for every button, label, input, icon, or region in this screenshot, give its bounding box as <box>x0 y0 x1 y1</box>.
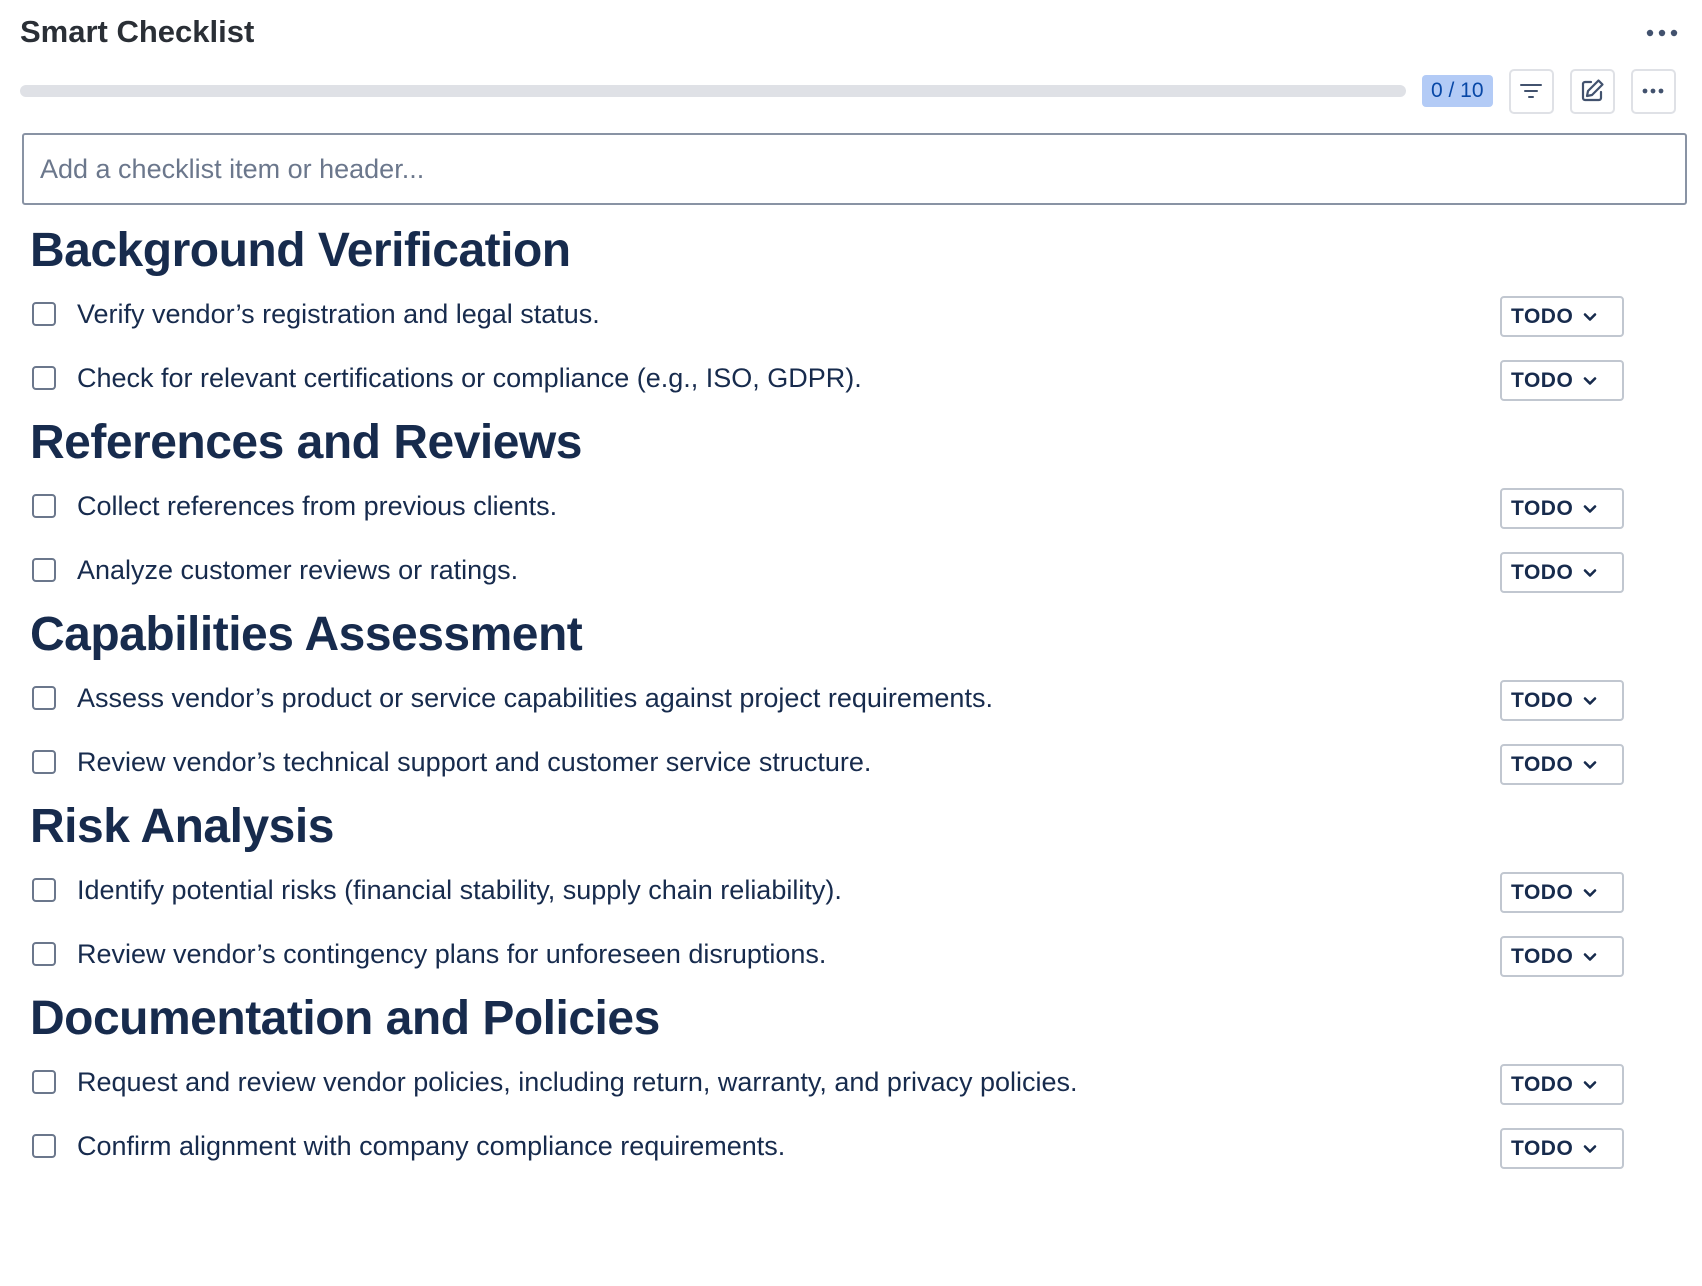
checklist-item: Request and review vendor policies, incl… <box>30 1050 1624 1114</box>
checklist: Background Verification Verify vendor’s r… <box>30 218 1624 1178</box>
status-label: TODO <box>1511 496 1574 520</box>
more-horizontal-icon <box>1642 88 1664 94</box>
item-text: Verify vendor’s registration and legal s… <box>77 298 600 329</box>
item-text: Request and review vendor policies, incl… <box>77 1066 1078 1097</box>
item-text: Review vendor’s technical support and cu… <box>77 746 872 777</box>
item-checkbox[interactable] <box>32 366 56 390</box>
item-text: Check for relevant certifications or com… <box>77 362 862 393</box>
item-checkbox[interactable] <box>32 878 56 902</box>
item-text: Analyze customer reviews or ratings. <box>77 554 519 585</box>
more-horizontal-icon <box>1646 29 1678 37</box>
section-header: Documentation and Policies <box>30 991 660 1045</box>
add-item-input[interactable] <box>22 133 1687 205</box>
checklist-item: Assess vendor’s product or service capab… <box>30 666 1624 730</box>
item-text: Confirm alignment with company complianc… <box>77 1130 786 1161</box>
chevron-down-icon <box>1583 568 1597 578</box>
item-text: Identify potential risks (financial stab… <box>77 874 842 905</box>
status-dropdown[interactable]: TODO <box>1500 744 1624 785</box>
status-label: TODO <box>1511 752 1574 776</box>
chevron-down-icon <box>1583 760 1597 770</box>
item-checkbox[interactable] <box>32 302 56 326</box>
status-dropdown[interactable]: TODO <box>1500 1064 1624 1105</box>
section-header: Background Verification <box>30 223 571 277</box>
chevron-down-icon <box>1583 1144 1597 1154</box>
section-header: Risk Analysis <box>30 799 334 853</box>
chevron-down-icon <box>1583 888 1597 898</box>
status-dropdown[interactable]: TODO <box>1500 488 1624 529</box>
filter-icon <box>1520 84 1543 98</box>
checklist-item: Review vendor’s contingency plans for un… <box>30 922 1624 986</box>
panel-title: Smart Checklist <box>20 14 255 49</box>
chevron-down-icon <box>1583 312 1597 322</box>
smart-checklist-panel: Smart Checklist 0 / 10 Add a checklist i… <box>0 0 1702 1286</box>
status-label: TODO <box>1511 944 1574 968</box>
status-dropdown[interactable]: TODO <box>1500 936 1624 977</box>
status-label: TODO <box>1511 1136 1574 1160</box>
chevron-down-icon <box>1583 504 1597 514</box>
edit-button[interactable] <box>1569 68 1615 114</box>
chevron-down-icon <box>1583 952 1597 962</box>
item-checkbox[interactable] <box>32 686 56 710</box>
item-text: Review vendor’s contingency plans for un… <box>77 938 827 969</box>
item-checkbox[interactable] <box>32 494 56 518</box>
status-dropdown[interactable]: TODO <box>1500 680 1624 721</box>
item-text: Assess vendor’s product or service capab… <box>77 682 993 713</box>
status-dropdown[interactable]: TODO <box>1500 1128 1624 1169</box>
checklist-item: Verify vendor’s registration and legal s… <box>30 282 1624 346</box>
chevron-down-icon <box>1583 376 1597 386</box>
status-dropdown[interactable]: TODO <box>1500 872 1624 913</box>
section-header: Capabilities Assessment <box>30 607 583 661</box>
checklist-item: Confirm alignment with company complianc… <box>30 1114 1624 1178</box>
checklist-item: Analyze customer reviews or ratings. TODO <box>30 538 1624 602</box>
status-label: TODO <box>1511 688 1574 712</box>
chevron-down-icon <box>1583 696 1597 706</box>
item-checkbox[interactable] <box>32 558 56 582</box>
checklist-item: Collect references from previous clients… <box>30 474 1624 538</box>
checklist-item: Identify potential risks (financial stab… <box>30 858 1624 922</box>
progress-row: 0 / 10 <box>20 66 1690 116</box>
progress-count-badge: 0 / 10 <box>1422 75 1493 107</box>
checklist-item: Check for relevant certifications or com… <box>30 346 1624 410</box>
status-label: TODO <box>1511 560 1574 584</box>
status-label: TODO <box>1511 368 1574 392</box>
more-options-button[interactable] <box>1630 68 1676 114</box>
item-checkbox[interactable] <box>32 1134 56 1158</box>
progress-bar <box>20 85 1406 97</box>
panel-more-button[interactable] <box>1638 16 1686 50</box>
item-checkbox[interactable] <box>32 750 56 774</box>
status-dropdown[interactable]: TODO <box>1500 296 1624 337</box>
status-dropdown[interactable]: TODO <box>1500 552 1624 593</box>
status-label: TODO <box>1511 880 1574 904</box>
item-checkbox[interactable] <box>32 1070 56 1094</box>
filter-button[interactable] <box>1508 68 1554 114</box>
status-label: TODO <box>1511 1072 1574 1096</box>
checklist-item: Review vendor’s technical support and cu… <box>30 730 1624 794</box>
status-dropdown[interactable]: TODO <box>1500 360 1624 401</box>
item-checkbox[interactable] <box>32 942 56 966</box>
section-header: References and Reviews <box>30 415 582 469</box>
status-label: TODO <box>1511 304 1574 328</box>
item-text: Collect references from previous clients… <box>77 490 558 521</box>
chevron-down-icon <box>1583 1080 1597 1090</box>
edit-icon <box>1581 79 1604 102</box>
